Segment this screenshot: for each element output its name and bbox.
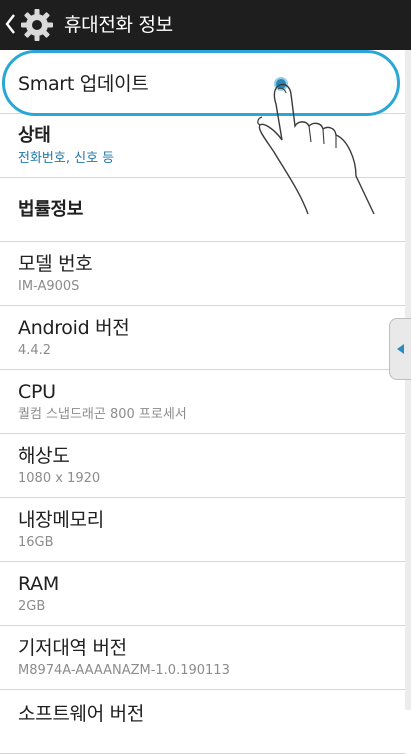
list-item-android-version[interactable]: Android 버전 4.4.2 xyxy=(0,306,405,370)
item-subtitle: 4.4.2 xyxy=(18,343,52,358)
item-title: 법률정보 xyxy=(18,199,84,220)
item-title: Smart 업데이트 xyxy=(18,73,149,95)
list-item-legal[interactable]: 법률정보 xyxy=(0,178,405,242)
tap-indicator xyxy=(274,77,288,91)
item-title: 해상도 xyxy=(18,445,70,467)
list-item-ram[interactable]: RAM 2GB xyxy=(0,562,405,626)
list-item-internal-memory[interactable]: 내장메모리 16GB xyxy=(0,498,405,562)
item-title: 소프트웨어 버전 xyxy=(18,703,145,725)
gear-icon xyxy=(19,7,55,47)
list-item-status[interactable]: 상태 전화번호, 신호 등 xyxy=(0,114,405,178)
back-button[interactable] xyxy=(0,0,58,50)
item-title: 모델 번호 xyxy=(18,253,93,275)
list-item-cpu[interactable]: CPU 퀄컴 스냅드래곤 800 프로세서 xyxy=(0,370,405,434)
side-panel-handle[interactable] xyxy=(389,318,411,380)
item-title: 상태 xyxy=(18,125,51,146)
list-item-baseband-version[interactable]: 기저대역 버전 M8974A-AAAANAZM-1.0.190113 xyxy=(0,626,405,690)
item-subtitle: 2GB xyxy=(18,599,46,614)
list-item-smart-update[interactable]: Smart 업데이트 xyxy=(0,50,405,114)
list-item-software-version[interactable]: 소프트웨어 버전 xyxy=(0,690,405,754)
item-subtitle: M8974A-AAAANAZM-1.0.190113 xyxy=(18,663,230,678)
item-subtitle: 1080 x 1920 xyxy=(18,471,101,486)
list-item-model-number[interactable]: 모델 번호 IM-A900S xyxy=(0,242,405,306)
item-title: CPU xyxy=(18,381,56,403)
page-title: 휴대전화 정보 xyxy=(64,14,173,36)
chevron-left-icon xyxy=(4,12,16,40)
settings-list: Smart 업데이트 상태 전화번호, 신호 등 법률정보 모델 번호 IM-A… xyxy=(0,50,405,754)
list-item-resolution[interactable]: 해상도 1080 x 1920 xyxy=(0,434,405,498)
item-title: 내장메모리 xyxy=(18,509,104,531)
item-subtitle: 전화번호, 신호 등 xyxy=(18,151,115,166)
item-subtitle: IM-A900S xyxy=(18,279,80,294)
item-subtitle: 16GB xyxy=(18,535,54,550)
action-bar: 휴대전화 정보 xyxy=(0,0,411,50)
item-title: RAM xyxy=(18,573,59,595)
scrollbar-track[interactable] xyxy=(405,50,411,710)
item-title: Android 버전 xyxy=(18,317,130,339)
item-title: 기저대역 버전 xyxy=(18,637,127,659)
item-subtitle: 퀄컴 스냅드래곤 800 프로세서 xyxy=(18,407,187,422)
